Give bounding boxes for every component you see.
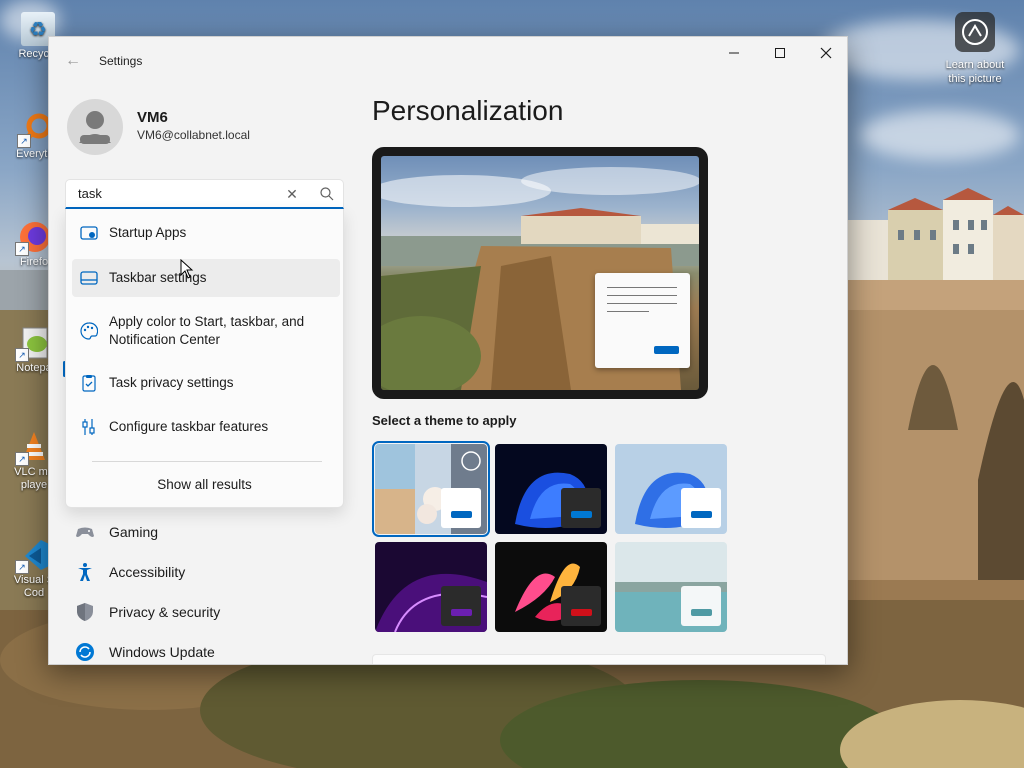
profile-email: VM6@collabnet.local xyxy=(137,128,250,142)
nav-item-privacy[interactable]: Privacy & security xyxy=(65,593,344,629)
accessibility-icon xyxy=(78,563,92,581)
search-result-label: Apply color to Start, taskbar, and Notif… xyxy=(109,314,305,347)
page-title: Personalization xyxy=(372,95,564,126)
nav-item-label: Accessibility xyxy=(109,564,186,580)
update-icon xyxy=(76,643,94,661)
search-result-startup-apps[interactable]: Startup Apps xyxy=(72,215,340,251)
taskbar-features-icon xyxy=(82,419,95,435)
shortcut-arrow-icon: ↗ xyxy=(15,452,29,466)
learn-about-picture[interactable]: Learn about this picture xyxy=(940,12,1010,86)
theme-window-preview xyxy=(681,488,721,528)
minimize-icon xyxy=(729,52,739,54)
search-result-taskbar-settings[interactable]: Taskbar settings xyxy=(72,259,340,297)
theme-preview xyxy=(372,147,708,399)
nav-item-windows-update[interactable]: Windows Update xyxy=(65,633,344,664)
theme-window-preview xyxy=(561,586,601,626)
avatar[interactable] xyxy=(67,99,123,155)
preview-line xyxy=(607,287,677,288)
search-result-label: Task privacy settings xyxy=(109,375,234,390)
search-icon[interactable] xyxy=(318,185,336,203)
theme-flow[interactable] xyxy=(615,542,727,632)
theme-window-preview xyxy=(681,586,721,626)
maximize-button[interactable] xyxy=(757,37,803,69)
vlc-cone-icon: ↗ xyxy=(15,430,51,466)
clear-search-icon[interactable]: ✕ xyxy=(282,184,302,204)
search-box[interactable]: ✕ xyxy=(65,179,344,209)
search-result-label: Startup Apps xyxy=(109,225,187,240)
theme-window-preview xyxy=(441,586,481,626)
cloud xyxy=(860,110,1020,160)
shortcut-arrow-icon: ↗ xyxy=(15,242,29,256)
theme-glow[interactable] xyxy=(375,542,487,632)
theme-accent-bar xyxy=(691,511,712,518)
preview-wallpaper xyxy=(381,156,699,390)
camera-info-icon xyxy=(955,12,995,52)
profile-name: VM6 xyxy=(137,109,168,126)
theme-accent-bar xyxy=(571,609,592,616)
theme-accent-bar xyxy=(691,609,712,616)
show-all-results-button[interactable]: Show all results xyxy=(66,477,343,492)
settings-card[interactable] xyxy=(372,654,826,664)
gamepad-icon xyxy=(76,527,94,537)
theme-light-bloom[interactable] xyxy=(615,444,727,534)
user-icon xyxy=(79,111,111,144)
settings-window: ← Settings VM6 VM6@collabnet.local ✕ Sta… xyxy=(48,36,848,665)
learn-about-picture-label: Learn about this picture xyxy=(945,59,1005,85)
theme-accent-bar xyxy=(451,609,472,616)
startup-apps-icon xyxy=(80,226,98,240)
preview-button xyxy=(654,346,679,354)
maximize-icon xyxy=(775,48,785,58)
svg-text:♻: ♻ xyxy=(29,19,47,41)
divider xyxy=(92,461,322,462)
search-result-task-privacy[interactable]: Task privacy settings xyxy=(72,365,340,401)
taskbar-icon xyxy=(80,271,98,285)
close-icon xyxy=(820,47,832,59)
shortcut-arrow-icon: ↗ xyxy=(15,348,29,362)
theme-window-preview xyxy=(441,488,481,528)
nav-item-label: Windows Update xyxy=(109,644,215,660)
nav-item-label: Gaming xyxy=(109,524,159,540)
theme-window-preview xyxy=(561,488,601,528)
preview-line xyxy=(607,295,677,296)
nav-item-accessibility[interactable]: Accessibility xyxy=(65,553,344,589)
search-input[interactable] xyxy=(76,185,280,202)
shield-icon xyxy=(77,603,93,621)
search-results-dropdown: Startup Apps Taskbar settings Apply colo… xyxy=(65,209,344,508)
theme-spotlight[interactable] xyxy=(372,441,490,537)
mouse-cursor-icon xyxy=(180,259,194,279)
firefox-icon: ↗ xyxy=(15,220,51,256)
search-result-configure-taskbar[interactable]: Configure taskbar features xyxy=(72,409,340,445)
title-bar: ← Settings xyxy=(49,37,847,85)
close-button[interactable] xyxy=(803,37,847,69)
notepad-plus-icon: ↗ xyxy=(15,326,51,362)
search-result-label: Configure taskbar features xyxy=(109,419,269,434)
theme-captured-motion[interactable] xyxy=(495,542,607,632)
shortcut-arrow-icon: ↗ xyxy=(15,560,29,574)
preview-line xyxy=(607,311,649,312)
window-title: Settings xyxy=(99,54,143,68)
clipboard-check-icon xyxy=(82,375,96,392)
minimize-button[interactable] xyxy=(711,37,757,69)
preview-line xyxy=(607,303,677,304)
preview-window xyxy=(595,273,690,368)
back-arrow-icon[interactable]: ← xyxy=(63,51,83,71)
palette-icon xyxy=(80,322,98,340)
nav-item-gaming[interactable]: Gaming xyxy=(65,513,344,549)
search-result-apply-color[interactable]: Apply color to Start, taskbar, and Notif… xyxy=(72,305,340,359)
vscode-icon: ↗ xyxy=(15,538,51,574)
theme-accent-bar xyxy=(451,511,472,518)
nav-item-label: Privacy & security xyxy=(109,604,221,620)
themes-label: Select a theme to apply xyxy=(372,413,517,428)
theme-dark-bloom[interactable] xyxy=(495,444,607,534)
theme-accent-bar xyxy=(571,511,592,518)
shortcut-arrow-icon: ↗ xyxy=(17,134,31,148)
